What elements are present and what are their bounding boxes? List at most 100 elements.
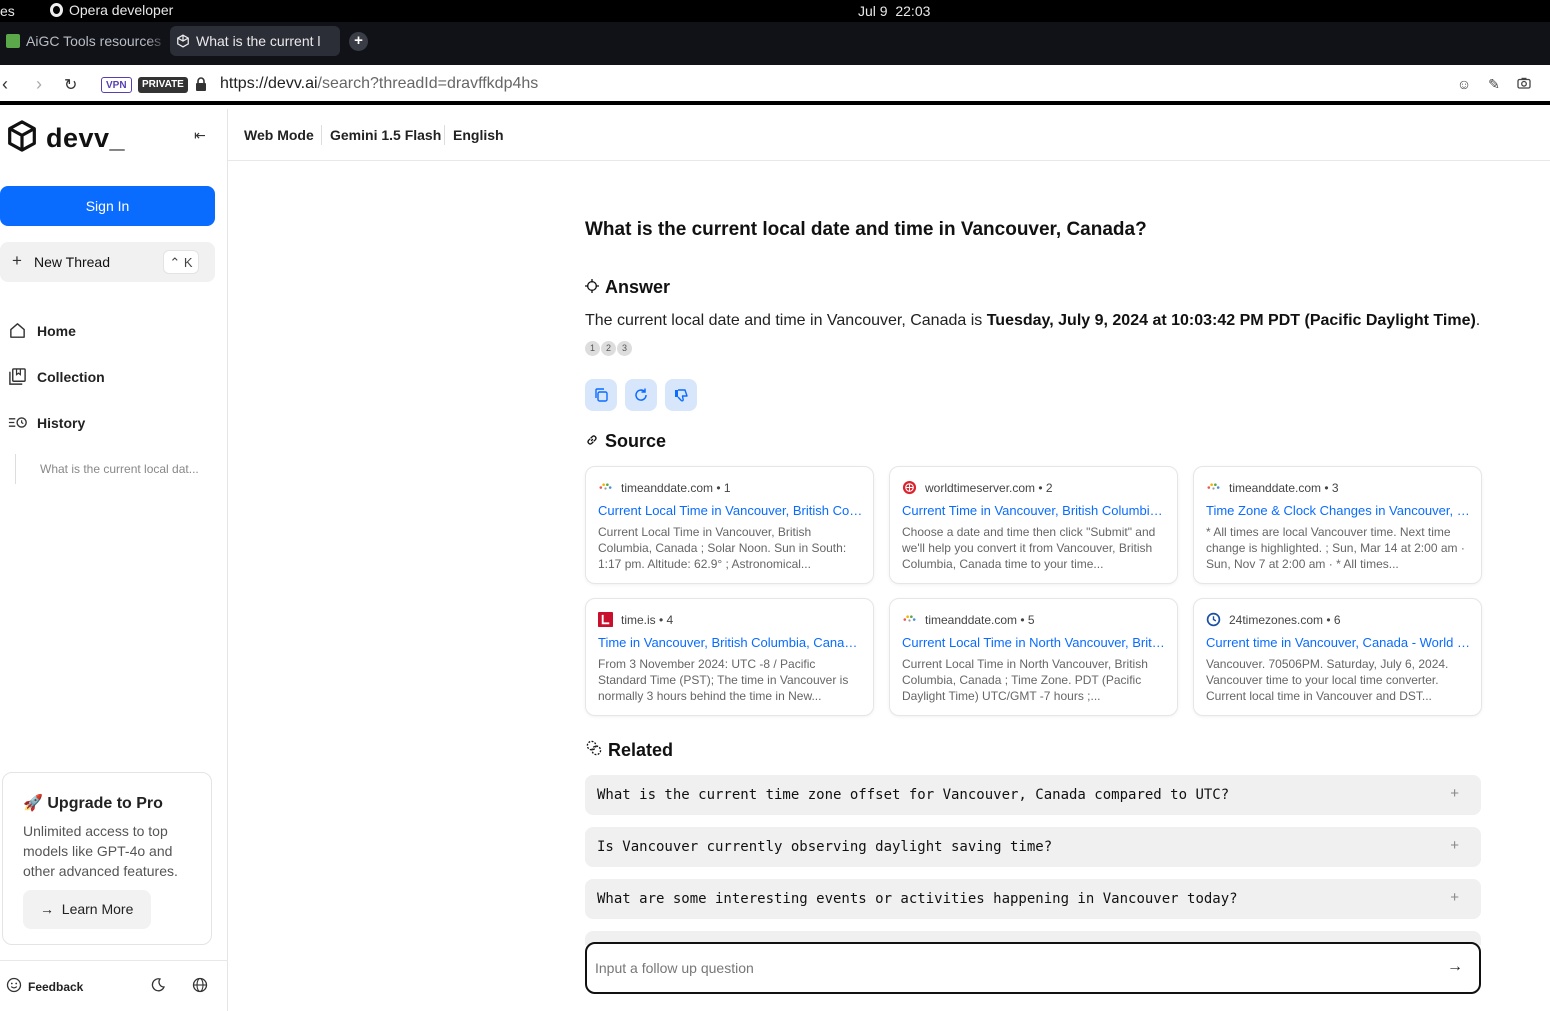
sidebar: devv_ ⇤ Sign In + New Thread ⌃ K Home Co… bbox=[0, 109, 228, 1011]
citation-list: 1 2 3 bbox=[585, 341, 632, 356]
send-arrow-icon[interactable]: → bbox=[1447, 958, 1463, 976]
followup-input[interactable] bbox=[595, 952, 1425, 984]
citation-badge[interactable]: 2 bbox=[601, 341, 616, 356]
timeanddate-icon bbox=[598, 480, 613, 495]
source-title[interactable]: Current Local Time in Vancouver, British… bbox=[598, 503, 863, 518]
language-globe-icon[interactable] bbox=[192, 977, 208, 993]
source-card[interactable]: 24timezones.com • 6 Current time in Vanc… bbox=[1193, 598, 1482, 716]
source-title[interactable]: Current time in Vancouver, Canada - Worl… bbox=[1206, 635, 1471, 650]
sidebar-item-label: Home bbox=[37, 322, 76, 339]
mode-bar: Web Mode Gemini 1.5 Flash English bbox=[228, 109, 1550, 161]
tab-title: AiGC Tools resources bbox=[26, 33, 162, 49]
source-site: 24timezones.com • 6 bbox=[1206, 612, 1341, 627]
regenerate-button[interactable] bbox=[625, 379, 657, 411]
source-card[interactable]: timeanddate.com • 3 Time Zone & Clock Ch… bbox=[1193, 466, 1482, 584]
plus-icon: + bbox=[1450, 889, 1459, 906]
arrow-right-icon: → bbox=[40, 901, 54, 917]
source-heading: Source bbox=[585, 431, 666, 452]
related-question[interactable]: Is Vancouver currently observing dayligh… bbox=[585, 827, 1481, 867]
source-heading-label: Source bbox=[605, 431, 667, 451]
divider bbox=[321, 125, 322, 145]
model-selector[interactable]: Gemini 1.5 Flash bbox=[330, 127, 441, 143]
sidebar-item-home[interactable]: Home bbox=[8, 321, 76, 340]
citation-badge[interactable]: 1 bbox=[585, 341, 600, 356]
source-title[interactable]: Time in Vancouver, British Columbia, Can… bbox=[598, 635, 863, 650]
reload-icon[interactable]: ↻ bbox=[64, 75, 77, 95]
answer-heading-label: Answer bbox=[605, 277, 671, 297]
back-icon[interactable]: ‹ bbox=[2, 74, 8, 95]
address-bar: ‹ › ↻ VPN PRIVATE https://devv.ai/search… bbox=[0, 65, 1550, 105]
source-site-label: 24timezones.com • 6 bbox=[1229, 612, 1341, 627]
learn-more-button[interactable]: → Learn More bbox=[23, 890, 151, 929]
tab-aigc-tools[interactable]: AiGC Tools resources bbox=[0, 26, 167, 56]
sidebar-item-collection[interactable]: Collection bbox=[8, 367, 105, 386]
language-selector[interactable]: English bbox=[453, 127, 504, 143]
link-icon bbox=[585, 431, 599, 452]
source-site-label: timeanddate.com • 5 bbox=[925, 612, 1035, 627]
question-title: What is the current local date and time … bbox=[585, 219, 1147, 240]
shortcut-badge: ⌃ K bbox=[163, 250, 199, 274]
brand-logo[interactable]: devv_ bbox=[7, 120, 125, 157]
camera-icon[interactable] bbox=[1516, 76, 1532, 92]
related-question[interactable]: What is the current time zone offset for… bbox=[585, 775, 1481, 815]
source-title[interactable]: Current Local Time in North Vancouver, B… bbox=[902, 635, 1167, 650]
app-menu[interactable]: Opera developer bbox=[50, 2, 173, 18]
source-snippet: * All times are local Vancouver time. Ne… bbox=[1206, 525, 1465, 571]
related-heading: Related bbox=[585, 739, 673, 761]
feedback-button[interactable]: Feedback bbox=[6, 977, 83, 996]
url-path: /search?threadId=dravffkdp4hs bbox=[317, 75, 539, 92]
source-card[interactable]: time.is • 4 Time in Vancouver, British C… bbox=[585, 598, 874, 716]
web-mode-selector[interactable]: Web Mode bbox=[244, 127, 314, 143]
thumbs-down-icon bbox=[675, 389, 688, 402]
theme-toggle-icon[interactable] bbox=[150, 977, 166, 993]
lock-icon[interactable] bbox=[196, 77, 206, 91]
answer-suffix: . bbox=[1475, 312, 1481, 329]
source-snippet: Vancouver. 70506PM. Saturday, July 6, 20… bbox=[1206, 657, 1449, 703]
sidebar-item-label: History bbox=[37, 414, 86, 431]
upgrade-title: 🚀 Upgrade to Pro bbox=[23, 795, 163, 812]
source-snippet: From 3 November 2024: UTC -8 / Pacific S… bbox=[598, 657, 849, 703]
vpn-badge[interactable]: VPN bbox=[101, 77, 132, 93]
source-site-label: time.is • 4 bbox=[621, 612, 674, 627]
app-name: Opera developer bbox=[69, 2, 174, 18]
forward-icon[interactable]: › bbox=[36, 74, 42, 95]
worldtimeserver-icon bbox=[902, 480, 917, 495]
edit-icon[interactable]: ✎ bbox=[1486, 76, 1502, 92]
source-card[interactable]: timeanddate.com • 5 Current Local Time i… bbox=[889, 598, 1178, 716]
os-top-bar: es Opera developer Jul 9 22:03 bbox=[0, 0, 1550, 22]
related-icon bbox=[585, 739, 602, 761]
devv-cube-icon bbox=[176, 34, 190, 48]
collapse-sidebar-icon[interactable]: ⇤ bbox=[194, 127, 206, 144]
copy-button[interactable] bbox=[585, 379, 617, 411]
private-badge: PRIVATE bbox=[138, 77, 188, 93]
answer-highlight: Tuesday, July 9, 2024 at 10:03:42 PM PDT… bbox=[986, 312, 1476, 329]
citation-badge[interactable]: 3 bbox=[617, 341, 632, 356]
upgrade-card: 🚀 Upgrade to Pro Unlimited access to top… bbox=[2, 772, 212, 945]
emoji-icon[interactable]: ☺ bbox=[1456, 76, 1472, 92]
source-site: timeanddate.com • 5 bbox=[902, 612, 1035, 627]
sidebar-item-label: Collection bbox=[37, 368, 105, 385]
related-question-text: What are some interesting events or acti… bbox=[597, 891, 1238, 907]
dislike-button[interactable] bbox=[665, 379, 697, 411]
system-clock[interactable]: Jul 9 22:03 bbox=[858, 3, 930, 19]
new-thread-button[interactable]: + New Thread ⌃ K bbox=[0, 242, 215, 282]
answer-text: The current local date and time in Vanco… bbox=[585, 312, 1480, 330]
related-question[interactable]: What are some interesting events or acti… bbox=[585, 879, 1481, 919]
url-field[interactable]: https://devv.ai/search?threadId=dravffkd… bbox=[220, 75, 538, 93]
source-card[interactable]: timeanddate.com • 1 Current Local Time i… bbox=[585, 466, 874, 584]
source-title[interactable]: Time Zone & Clock Changes in Vancouver, … bbox=[1206, 503, 1471, 518]
os-menu-fragment[interactable]: es bbox=[0, 3, 15, 19]
source-title[interactable]: Current Time in Vancouver, British Colum… bbox=[902, 503, 1167, 518]
sidebar-footer-divider bbox=[0, 960, 228, 961]
tab-current-search[interactable]: What is the current l bbox=[170, 26, 340, 56]
opera-icon bbox=[50, 3, 63, 17]
sign-in-button[interactable]: Sign In bbox=[0, 186, 215, 226]
plus-icon: + bbox=[1450, 837, 1459, 854]
history-item[interactable]: What is the current local dat... bbox=[40, 462, 210, 476]
sidebar-item-history[interactable]: History bbox=[8, 413, 85, 432]
source-card[interactable]: worldtimeserver.com • 2 Current Time in … bbox=[889, 466, 1178, 584]
crosshair-icon bbox=[585, 277, 599, 298]
new-tab-button[interactable]: + bbox=[349, 32, 368, 51]
answer-heading: Answer bbox=[585, 277, 670, 298]
collection-icon bbox=[8, 367, 27, 386]
